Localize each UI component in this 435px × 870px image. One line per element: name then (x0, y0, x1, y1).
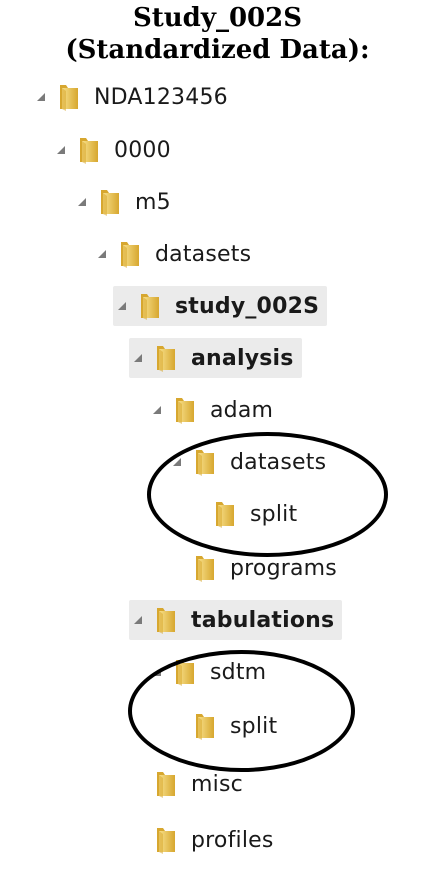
tree-node-label: split (230, 713, 278, 739)
page-title-line-2: (Standardized Data): (65, 35, 370, 65)
expanded-triangle-icon[interactable] (73, 193, 91, 211)
folder-icon (190, 553, 220, 583)
folder-icon (95, 187, 125, 217)
expanded-triangle-icon[interactable] (93, 245, 111, 263)
expanded-triangle-icon[interactable] (113, 297, 131, 315)
tree-node-sdtm-split[interactable]: split (168, 706, 277, 746)
expanded-triangle-icon[interactable] (129, 611, 147, 629)
folder-icon (170, 395, 200, 425)
folder-icon (190, 447, 220, 477)
tree-node-label: adam (210, 397, 274, 423)
tree-node-label: NDA123456 (94, 84, 228, 110)
tree-node-programs[interactable]: programs (168, 548, 337, 588)
page-title-line-1: Study_002S (132, 3, 303, 33)
tree-node-tabulations[interactable]: tabulations (129, 600, 343, 640)
tree-node-study-002s[interactable]: study_002S (113, 286, 328, 326)
tree-node-label: datasets (155, 241, 252, 267)
tree-node-nda123456[interactable]: NDA123456 (32, 77, 228, 117)
folder-icon (135, 291, 165, 321)
expanded-triangle-icon[interactable] (52, 141, 70, 159)
tree-node-label: misc (191, 771, 243, 797)
folder-icon (151, 343, 181, 373)
tree-node-label: tabulations (191, 607, 335, 633)
folder-icon (151, 825, 181, 855)
folder-icon (54, 82, 84, 112)
expanded-triangle-icon[interactable] (129, 349, 147, 367)
tree-node-sdtm[interactable]: sdtm (148, 652, 266, 692)
tree-node-label: split (250, 501, 298, 527)
tree-node-adam[interactable]: adam (148, 390, 273, 430)
folder-icon (190, 711, 220, 741)
folder-icon (151, 769, 181, 799)
expanded-triangle-icon[interactable] (148, 663, 166, 681)
folder-icon (170, 657, 200, 687)
tree-node-adam-datasets[interactable]: datasets (168, 442, 326, 482)
tree-node-label: programs (230, 555, 337, 581)
expanded-triangle-icon[interactable] (148, 401, 166, 419)
tree-node-label: m5 (135, 189, 171, 215)
expanded-triangle-icon[interactable] (168, 453, 186, 471)
expanded-triangle-icon[interactable] (32, 88, 50, 106)
tree-node-adam-split[interactable]: split (188, 494, 297, 534)
tree-node-label: datasets (230, 449, 327, 475)
folder-icon (151, 605, 181, 635)
tree-node-analysis[interactable]: analysis (129, 338, 302, 378)
folder-icon (74, 135, 104, 165)
tree-node-label: study_002S (175, 293, 320, 319)
tree-node-label: profiles (191, 827, 274, 853)
tree-node-label: sdtm (210, 659, 267, 685)
tree-node-profiles[interactable]: profiles (129, 820, 274, 860)
folder-icon (115, 239, 145, 269)
tree-node-label: 0000 (114, 137, 171, 163)
tree-node-label: analysis (191, 345, 294, 371)
tree-node-0000[interactable]: 0000 (52, 130, 171, 170)
tree-node-m5[interactable]: m5 (73, 182, 171, 222)
folder-icon (210, 499, 240, 529)
tree-node-misc[interactable]: misc (129, 764, 243, 804)
tree-node-datasets[interactable]: datasets (93, 234, 251, 274)
